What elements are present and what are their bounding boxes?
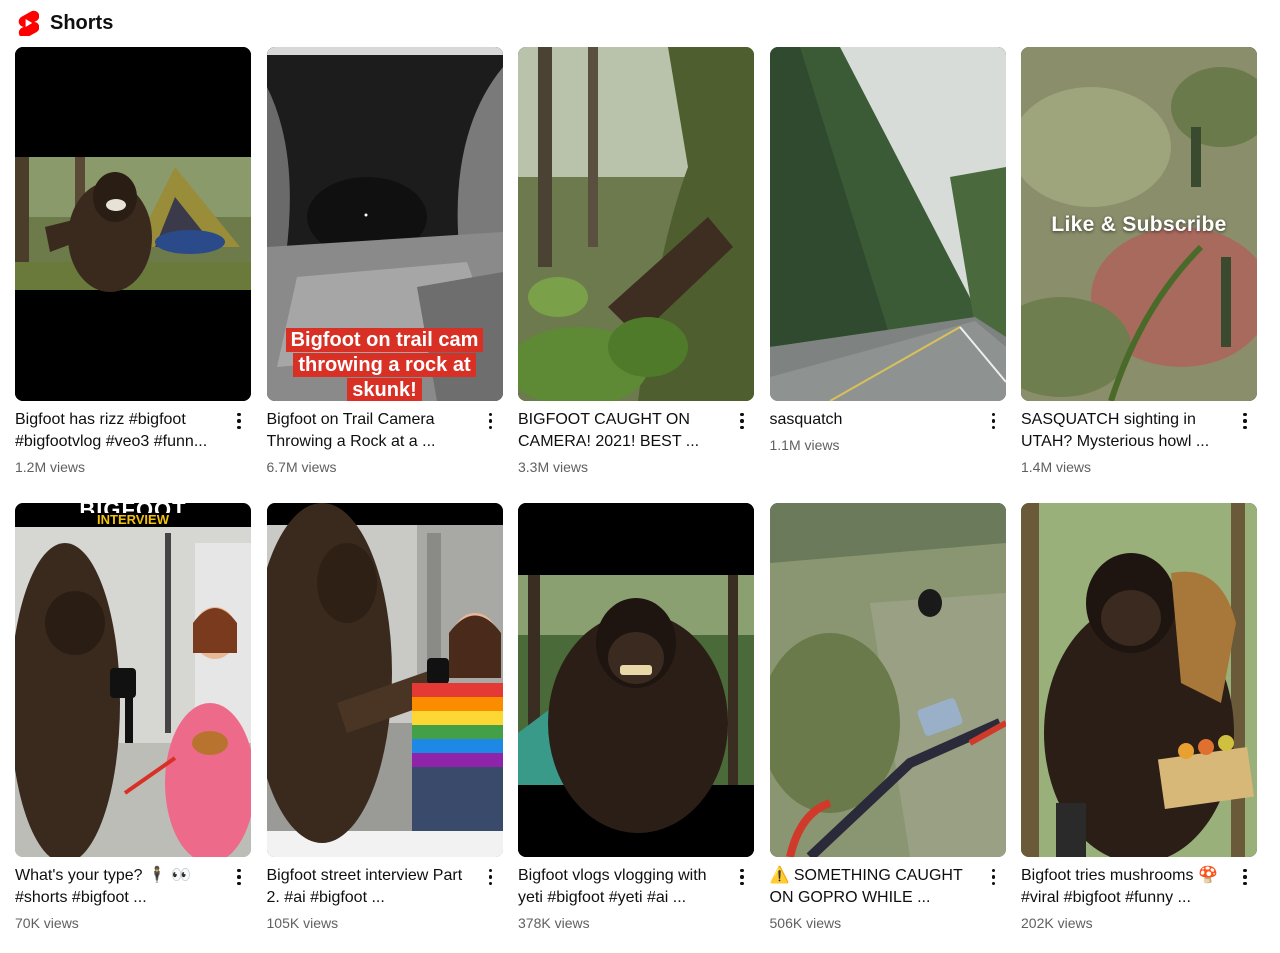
short-views: 105K views — [266, 915, 339, 931]
more-vert-icon[interactable] — [479, 409, 503, 433]
short-card[interactable]: BIGFOOT INTERVIEW What's your type? 🕴 👀 … — [15, 503, 251, 935]
short-title[interactable]: ⚠️ SOMETHING CAUGHT ON GOPRO WHILE ... — [770, 865, 976, 909]
short-meta: Bigfoot street interview Part 2. #ai #bi… — [267, 865, 503, 933]
short-meta: BIGFOOT CAUGHT ON CAMERA! 2021! BEST ...… — [518, 409, 754, 477]
short-thumbnail[interactable]: Bigfoot on trail cam throwing a rock at … — [266, 47, 503, 401]
more-vert-icon[interactable] — [730, 865, 754, 889]
short-card[interactable]: Bigfoot tries mushrooms 🍄 #viral #bigfoo… — [1021, 503, 1257, 935]
short-title[interactable]: BIGFOOT CAUGHT ON CAMERA! 2021! BEST ... — [518, 409, 724, 453]
short-card[interactable]: Bigfoot has rizz #bigfoot #bigfootvlog #… — [15, 47, 251, 479]
shelf-title: Shorts — [50, 12, 114, 34]
short-meta: sasquatch 1.1M views — [770, 409, 1006, 455]
short-card[interactable]: Like & Subscribe SASQUATCH sighting in U… — [1021, 47, 1257, 479]
more-vert-icon[interactable] — [730, 409, 754, 433]
short-meta: SASQUATCH sighting in UTAH? Mysterious h… — [1021, 409, 1257, 477]
more-vert-icon[interactable] — [1233, 409, 1257, 433]
short-meta: Bigfoot has rizz #bigfoot #bigfootvlog #… — [15, 409, 251, 477]
short-views: 70K views — [15, 915, 79, 931]
shelf-header: Shorts — [16, 8, 113, 38]
more-vert-icon[interactable] — [982, 865, 1006, 889]
short-title[interactable]: Bigfoot tries mushrooms 🍄 #viral #bigfoo… — [1021, 865, 1227, 909]
short-thumbnail[interactable] — [769, 47, 1006, 401]
short-meta: What's your type? 🕴 👀 #shorts #bigfoot .… — [15, 865, 251, 933]
short-title[interactable]: SASQUATCH sighting in UTAH? Mysterious h… — [1021, 409, 1227, 453]
youtube-shorts-logo-icon — [16, 9, 40, 37]
short-views: 3.3M views — [518, 459, 589, 475]
short-card[interactable]: sasquatch 1.1M views — [769, 47, 1006, 479]
short-title[interactable]: Bigfoot street interview Part 2. #ai #bi… — [267, 865, 473, 909]
short-title[interactable]: Bigfoot has rizz #bigfoot #bigfootvlog #… — [15, 409, 221, 453]
short-views: 202K views — [1021, 915, 1093, 931]
short-views: 506K views — [769, 915, 842, 931]
short-thumbnail[interactable]: BIGFOOT INTERVIEW — [15, 503, 251, 857]
short-thumbnail[interactable] — [266, 503, 503, 857]
short-thumbnail[interactable] — [1021, 503, 1257, 857]
short-views: 1.1M views — [769, 437, 840, 453]
short-card[interactable]: Bigfoot vlogs vlogging with yeti #bigfoo… — [518, 503, 754, 935]
short-thumbnail[interactable] — [518, 47, 754, 401]
shorts-shelf: Shorts Bigfoot has rizz #bigfoot #bigfoo… — [0, 0, 1280, 953]
short-card[interactable]: Bigfoot on trail cam throwing a rock at … — [266, 47, 503, 479]
short-card[interactable]: ⚠️ SOMETHING CAUGHT ON GOPRO WHILE ... 5… — [769, 503, 1006, 935]
short-thumbnail[interactable] — [518, 503, 754, 857]
short-views: 6.7M views — [266, 459, 337, 475]
short-thumbnail[interactable] — [15, 47, 251, 401]
more-vert-icon[interactable] — [1233, 865, 1257, 889]
short-meta: Bigfoot tries mushrooms 🍄 #viral #bigfoo… — [1021, 865, 1257, 933]
more-vert-icon[interactable] — [982, 409, 1006, 433]
short-thumbnail[interactable] — [769, 503, 1006, 857]
shorts-grid: Bigfoot has rizz #bigfoot #bigfootvlog #… — [15, 47, 1257, 935]
short-title[interactable]: sasquatch — [770, 409, 976, 431]
short-title[interactable]: What's your type? 🕴 👀 #shorts #bigfoot .… — [15, 865, 221, 909]
more-vert-icon[interactable] — [479, 865, 503, 889]
short-title[interactable]: Bigfoot on Trail Camera Throwing a Rock … — [267, 409, 473, 453]
short-meta: ⚠️ SOMETHING CAUGHT ON GOPRO WHILE ... 5… — [770, 865, 1006, 933]
short-title[interactable]: Bigfoot vlogs vlogging with yeti #bigfoo… — [518, 865, 724, 909]
short-card[interactable]: BIGFOOT CAUGHT ON CAMERA! 2021! BEST ...… — [518, 47, 754, 479]
short-meta: Bigfoot on Trail Camera Throwing a Rock … — [267, 409, 503, 477]
more-vert-icon[interactable] — [227, 865, 251, 889]
short-thumbnail[interactable]: Like & Subscribe — [1021, 47, 1257, 401]
short-views: 1.2M views — [15, 459, 86, 475]
short-card[interactable]: Bigfoot street interview Part 2. #ai #bi… — [266, 503, 503, 935]
short-meta: Bigfoot vlogs vlogging with yeti #bigfoo… — [518, 865, 754, 933]
short-views: 1.4M views — [1021, 459, 1092, 475]
more-vert-icon[interactable] — [227, 409, 251, 433]
short-views: 378K views — [518, 915, 590, 931]
